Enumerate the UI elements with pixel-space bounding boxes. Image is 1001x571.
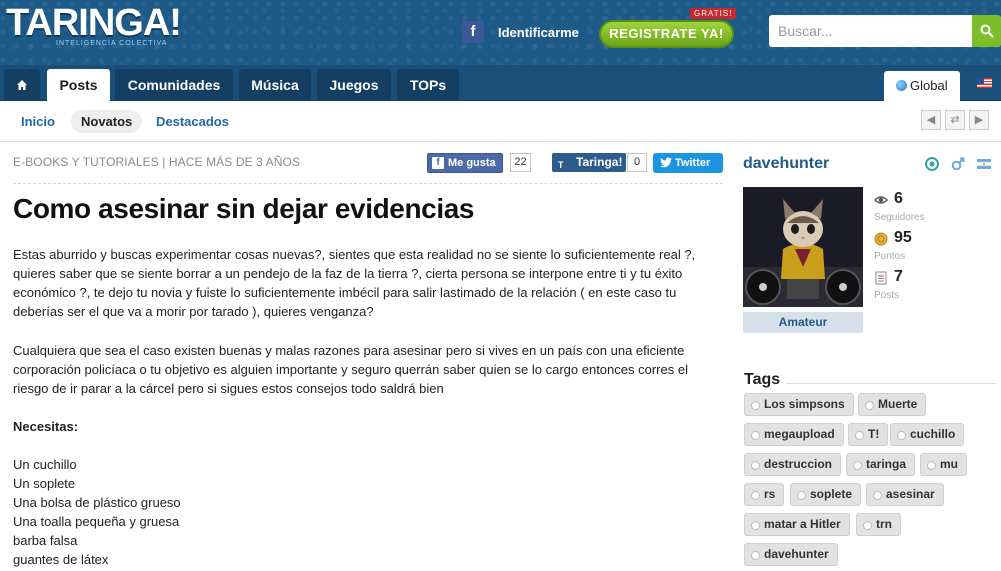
- list-item: barba falsa: [13, 533, 78, 548]
- user-rank: Amateur: [743, 312, 863, 333]
- random-button[interactable]: ⇄: [945, 110, 965, 130]
- tag-megaupload[interactable]: megaupload: [744, 423, 844, 446]
- points-label: Puntos: [874, 251, 906, 262]
- site-logo[interactable]: TARINGA!: [6, 2, 182, 45]
- logo-tagline: INTELIGENCIA COLECTIVA: [56, 40, 168, 47]
- needs-list: Un cuchillo Un soplete Una bolsa de plás…: [13, 455, 713, 569]
- eye-icon: [874, 196, 888, 204]
- followers-count: 6: [894, 190, 903, 207]
- tag-asesinar[interactable]: asesinar: [866, 483, 944, 506]
- arrow-right-icon: ▶: [974, 114, 984, 126]
- tag-cuchillo[interactable]: cuchillo: [890, 423, 965, 446]
- list-item: Una toalla pequeña y gruesa: [13, 514, 180, 529]
- arrow-left-icon: ◀: [926, 114, 936, 126]
- taringa-share-button[interactable]: T Taringa!: [552, 153, 626, 172]
- tag-los-simpsons[interactable]: Los simpsons: [744, 393, 854, 416]
- globe-icon: [896, 80, 907, 91]
- twitter-label: Twitter: [675, 157, 711, 169]
- search-button[interactable]: [972, 15, 1001, 47]
- post-meta[interactable]: E-BOOKS Y TUTORIALES | HACE MÁS DE 3 AÑO…: [13, 155, 300, 169]
- male-gender-icon: [951, 157, 965, 171]
- global-label: Global: [910, 78, 948, 93]
- like-label: Me gusta: [448, 157, 496, 169]
- followers-label: Seguidores: [874, 212, 925, 223]
- post-paragraph-2: Cualquiera que sea el caso existen buena…: [13, 343, 688, 396]
- posts-count: 7: [894, 268, 903, 285]
- posts-label: Posts: [874, 290, 900, 301]
- taringa-label: Taringa!: [576, 155, 623, 169]
- shuffle-icon: ⇄: [950, 114, 960, 126]
- post-title: Como asesinar sin dejar evidencias: [13, 193, 475, 224]
- points-count: 95: [894, 229, 912, 246]
- tab-tops[interactable]: TOPs: [397, 69, 459, 101]
- subnav-inicio[interactable]: Inicio: [21, 110, 55, 133]
- separator: [13, 183, 723, 184]
- tag-mu[interactable]: mu: [920, 453, 967, 476]
- needs-heading: Necesitas:: [13, 419, 79, 434]
- home-tab[interactable]: [4, 69, 40, 101]
- register-button[interactable]: REGISTRATE YA!: [599, 20, 734, 48]
- facebook-like-button[interactable]: f Me gusta: [427, 153, 503, 173]
- rank-badge-icon: [925, 157, 939, 171]
- previous-button[interactable]: ◀: [921, 110, 941, 130]
- us-flag-icon[interactable]: [977, 78, 992, 88]
- tags-heading: Tags: [744, 371, 781, 388]
- tab-juegos[interactable]: Juegos: [317, 69, 391, 101]
- tag-matar-a-hitler[interactable]: matar a Hitler: [744, 513, 850, 536]
- tag-soplete[interactable]: soplete: [790, 483, 862, 506]
- like-count: 22: [510, 153, 531, 172]
- sub-navigation: Inicio Novatos Destacados: [0, 101, 1001, 142]
- login-link[interactable]: Identificarme: [498, 25, 579, 40]
- separator: [786, 383, 996, 384]
- tag-t[interactable]: T!: [848, 423, 889, 446]
- subnav-destacados[interactable]: Destacados: [156, 110, 229, 133]
- twitter-button[interactable]: Twitter: [653, 153, 723, 173]
- search-input[interactable]: Buscar...: [769, 15, 972, 47]
- list-item: guantes de látex: [13, 552, 109, 567]
- tab-musica[interactable]: Música: [239, 69, 311, 101]
- author-username[interactable]: davehunter: [743, 155, 829, 173]
- tag-muerte[interactable]: Muerte: [858, 393, 927, 416]
- tab-comunidades[interactable]: Comunidades: [115, 69, 233, 101]
- avatar[interactable]: [743, 187, 863, 307]
- top-header: TARINGA! INTELIGENCIA COLECTIVA f Identi…: [0, 0, 1001, 65]
- points-coin-icon: [874, 232, 888, 246]
- list-item: Una bolsa de plástico grueso: [13, 495, 181, 510]
- tab-posts[interactable]: Posts: [47, 69, 110, 101]
- main-navigation: Posts Comunidades Música Juegos TOPs Glo…: [0, 65, 1001, 101]
- argentina-flag-icon: [977, 159, 991, 169]
- taringa-count: 0: [627, 153, 647, 172]
- list-item: Un cuchillo: [13, 457, 77, 472]
- tag-davehunter[interactable]: davehunter: [744, 543, 838, 566]
- taringa-icon: T: [558, 160, 564, 170]
- post-paragraph-1: Estas aburrido y buscas experimentar cos…: [13, 247, 696, 319]
- twitter-bird-icon: [660, 157, 672, 168]
- tag-trn[interactable]: trn: [856, 513, 901, 536]
- avatar-cat-dj-image: [743, 187, 863, 307]
- subnav-novatos[interactable]: Novatos: [71, 110, 143, 133]
- tag-taringa[interactable]: taringa: [846, 453, 916, 476]
- free-badge: GRATIS!: [690, 8, 737, 19]
- search-icon: [980, 24, 994, 38]
- facebook-icon: f: [432, 157, 444, 169]
- global-selector[interactable]: Global: [884, 71, 960, 101]
- next-button[interactable]: ▶: [969, 110, 989, 130]
- list-item: Un soplete: [13, 476, 76, 491]
- tag-rs[interactable]: rs: [744, 483, 785, 506]
- tag-destruccion[interactable]: destruccion: [744, 453, 842, 476]
- home-icon: [17, 80, 27, 90]
- posts-document-icon: [875, 271, 887, 285]
- facebook-icon[interactable]: f: [462, 21, 484, 43]
